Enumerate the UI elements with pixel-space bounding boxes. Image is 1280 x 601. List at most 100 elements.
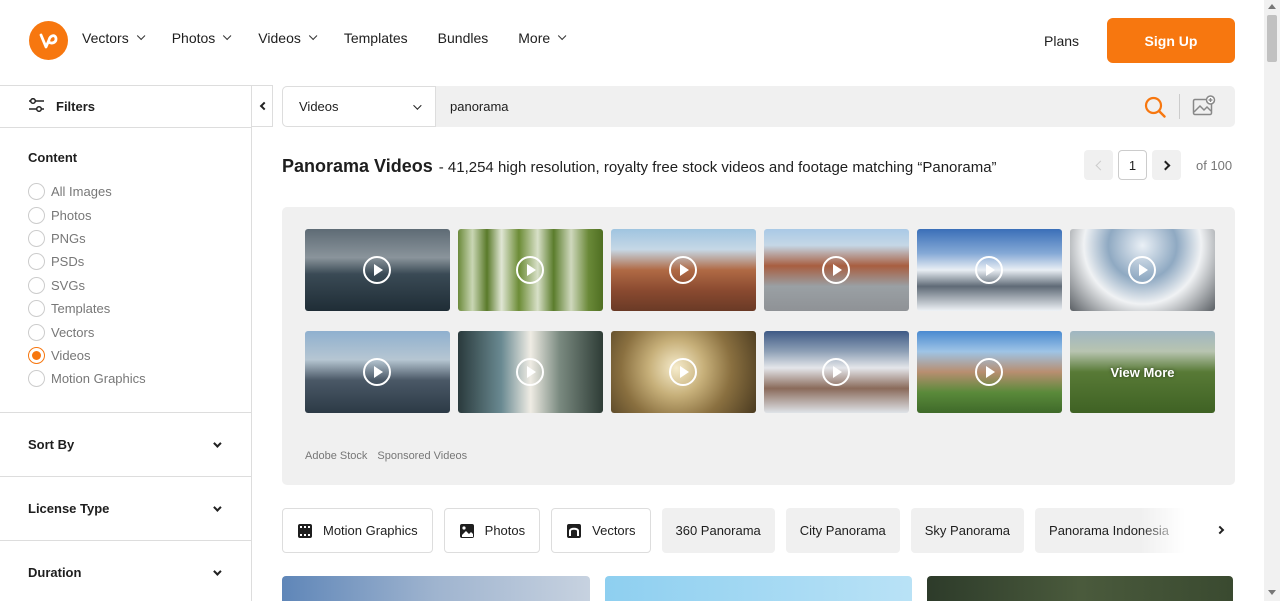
play-icon	[363, 256, 391, 284]
radio-button[interactable]	[28, 277, 45, 294]
radio-button-selected[interactable]	[28, 347, 45, 364]
content-option-vectors[interactable]: Vectors	[28, 320, 251, 343]
scroll-down-arrow-icon[interactable]	[1268, 590, 1276, 595]
content-title: Content	[28, 150, 251, 165]
vector-icon	[566, 523, 582, 539]
chip-photos[interactable]: Photos	[444, 508, 540, 553]
play-icon	[669, 358, 697, 386]
chip-label: Photos	[485, 523, 525, 538]
nav-vectors[interactable]: Vectors	[82, 30, 142, 46]
chevron-right-icon	[1216, 526, 1224, 534]
search-type-select[interactable]: Videos	[282, 86, 436, 127]
prev-page-button[interactable]	[1084, 150, 1113, 180]
video-thumbnail[interactable]	[611, 229, 756, 311]
chevron-down-icon	[558, 32, 566, 40]
chevron-down-icon	[223, 32, 231, 40]
play-icon	[975, 256, 1003, 284]
result-thumbnail[interactable]	[927, 576, 1233, 601]
nav-videos[interactable]: Videos	[258, 30, 314, 46]
content-option-templates[interactable]: Templates	[28, 297, 251, 320]
play-icon	[516, 358, 544, 386]
nav-more[interactable]: More	[518, 30, 563, 46]
nav-templates[interactable]: Templates	[344, 30, 408, 46]
page-scrollbar[interactable]	[1264, 0, 1280, 601]
page-number-input[interactable]: 1	[1118, 150, 1147, 180]
chip-label: 360 Panorama	[676, 523, 761, 538]
option-label: Motion Graphics	[51, 371, 146, 386]
filters-header[interactable]: Filters	[0, 86, 251, 128]
section-label: License Type	[28, 501, 109, 516]
radio-button[interactable]	[28, 207, 45, 224]
video-thumbnail[interactable]	[1070, 229, 1215, 311]
scroll-thumb[interactable]	[1267, 15, 1277, 62]
content-option-psds[interactable]: PSDs	[28, 250, 251, 273]
radio-button[interactable]	[28, 183, 45, 200]
chip-vectors[interactable]: Vectors	[551, 508, 650, 553]
chevron-down-icon	[213, 567, 221, 575]
duration-section[interactable]: Duration	[0, 541, 251, 601]
radio-button[interactable]	[28, 300, 45, 317]
video-thumbnail[interactable]	[611, 331, 756, 413]
option-label: Videos	[51, 348, 91, 363]
radio-button[interactable]	[28, 370, 45, 387]
chevron-left-icon	[1095, 160, 1105, 170]
chip-360-panorama[interactable]: 360 Panorama	[662, 508, 775, 553]
section-label: Sort By	[28, 437, 74, 452]
content-option-pngs[interactable]: PNGs	[28, 227, 251, 250]
radio-button[interactable]	[28, 230, 45, 247]
search-icon[interactable]	[1144, 96, 1166, 123]
chip-sky-panorama[interactable]: Sky Panorama	[911, 508, 1024, 553]
sort-by-section[interactable]: Sort By	[0, 413, 251, 477]
chevron-down-icon	[213, 503, 221, 511]
chips-scroll-right-button[interactable]	[1213, 522, 1227, 538]
video-thumbnail[interactable]	[917, 331, 1062, 413]
chip-label: Panorama Indonesia	[1049, 523, 1169, 538]
sliders-icon	[28, 98, 45, 115]
content-option-photos[interactable]: Photos	[28, 203, 251, 226]
results-subtitle: - 41,254 high resolution, royalty free s…	[439, 159, 997, 176]
nav-label: Templates	[344, 30, 408, 46]
radio-button[interactable]	[28, 253, 45, 270]
video-thumbnail[interactable]	[305, 229, 450, 311]
chevron-down-icon	[137, 32, 145, 40]
video-thumbnail[interactable]	[764, 331, 909, 413]
collapse-sidebar-button[interactable]	[252, 85, 273, 127]
video-thumbnail[interactable]	[458, 331, 603, 413]
content-option-all-images[interactable]: All Images	[28, 180, 251, 203]
content-option-videos[interactable]: Videos	[28, 344, 251, 367]
video-thumbnail[interactable]	[764, 229, 909, 311]
search-input[interactable]	[450, 99, 1050, 114]
play-icon	[975, 358, 1003, 386]
chip-panorama-indonesia[interactable]: Panorama Indonesia	[1035, 508, 1185, 553]
content-option-svgs[interactable]: SVGs	[28, 274, 251, 297]
total-pages: of 100	[1196, 158, 1232, 173]
video-thumbnail[interactable]	[917, 229, 1062, 311]
video-thumbnail[interactable]	[305, 331, 450, 413]
view-more-tile[interactable]: View More	[1070, 331, 1215, 413]
scroll-up-arrow-icon[interactable]	[1268, 4, 1276, 9]
chip-label: Vectors	[592, 523, 635, 538]
chip-motion-graphics[interactable]: Motion Graphics	[282, 508, 433, 553]
radio-button[interactable]	[28, 324, 45, 341]
play-icon	[822, 358, 850, 386]
option-label: All Images	[51, 184, 112, 199]
play-icon	[822, 256, 850, 284]
result-thumbnail[interactable]	[282, 576, 590, 601]
sign-up-button[interactable]: Sign Up	[1107, 18, 1235, 63]
next-page-button[interactable]	[1152, 150, 1181, 180]
vecteezy-logo-icon[interactable]	[29, 21, 68, 60]
nav-bundles[interactable]: Bundles	[438, 30, 489, 46]
play-icon	[363, 358, 391, 386]
image-search-icon[interactable]	[1192, 95, 1216, 122]
chip-city-panorama[interactable]: City Panorama	[786, 508, 900, 553]
chip-label: City Panorama	[800, 523, 886, 538]
result-thumbnail[interactable]	[605, 576, 912, 601]
content-option-motion-graphics[interactable]: Motion Graphics	[28, 367, 251, 390]
filters-label: Filters	[56, 99, 95, 114]
license-type-section[interactable]: License Type	[0, 477, 251, 541]
nav-photos[interactable]: Photos	[172, 30, 229, 46]
video-thumbnail[interactable]	[458, 229, 603, 311]
plans-link[interactable]: Plans	[1044, 33, 1079, 49]
option-label: SVGs	[51, 278, 85, 293]
page-title: Panorama Videos- 41,254 high resolution,…	[282, 156, 997, 177]
